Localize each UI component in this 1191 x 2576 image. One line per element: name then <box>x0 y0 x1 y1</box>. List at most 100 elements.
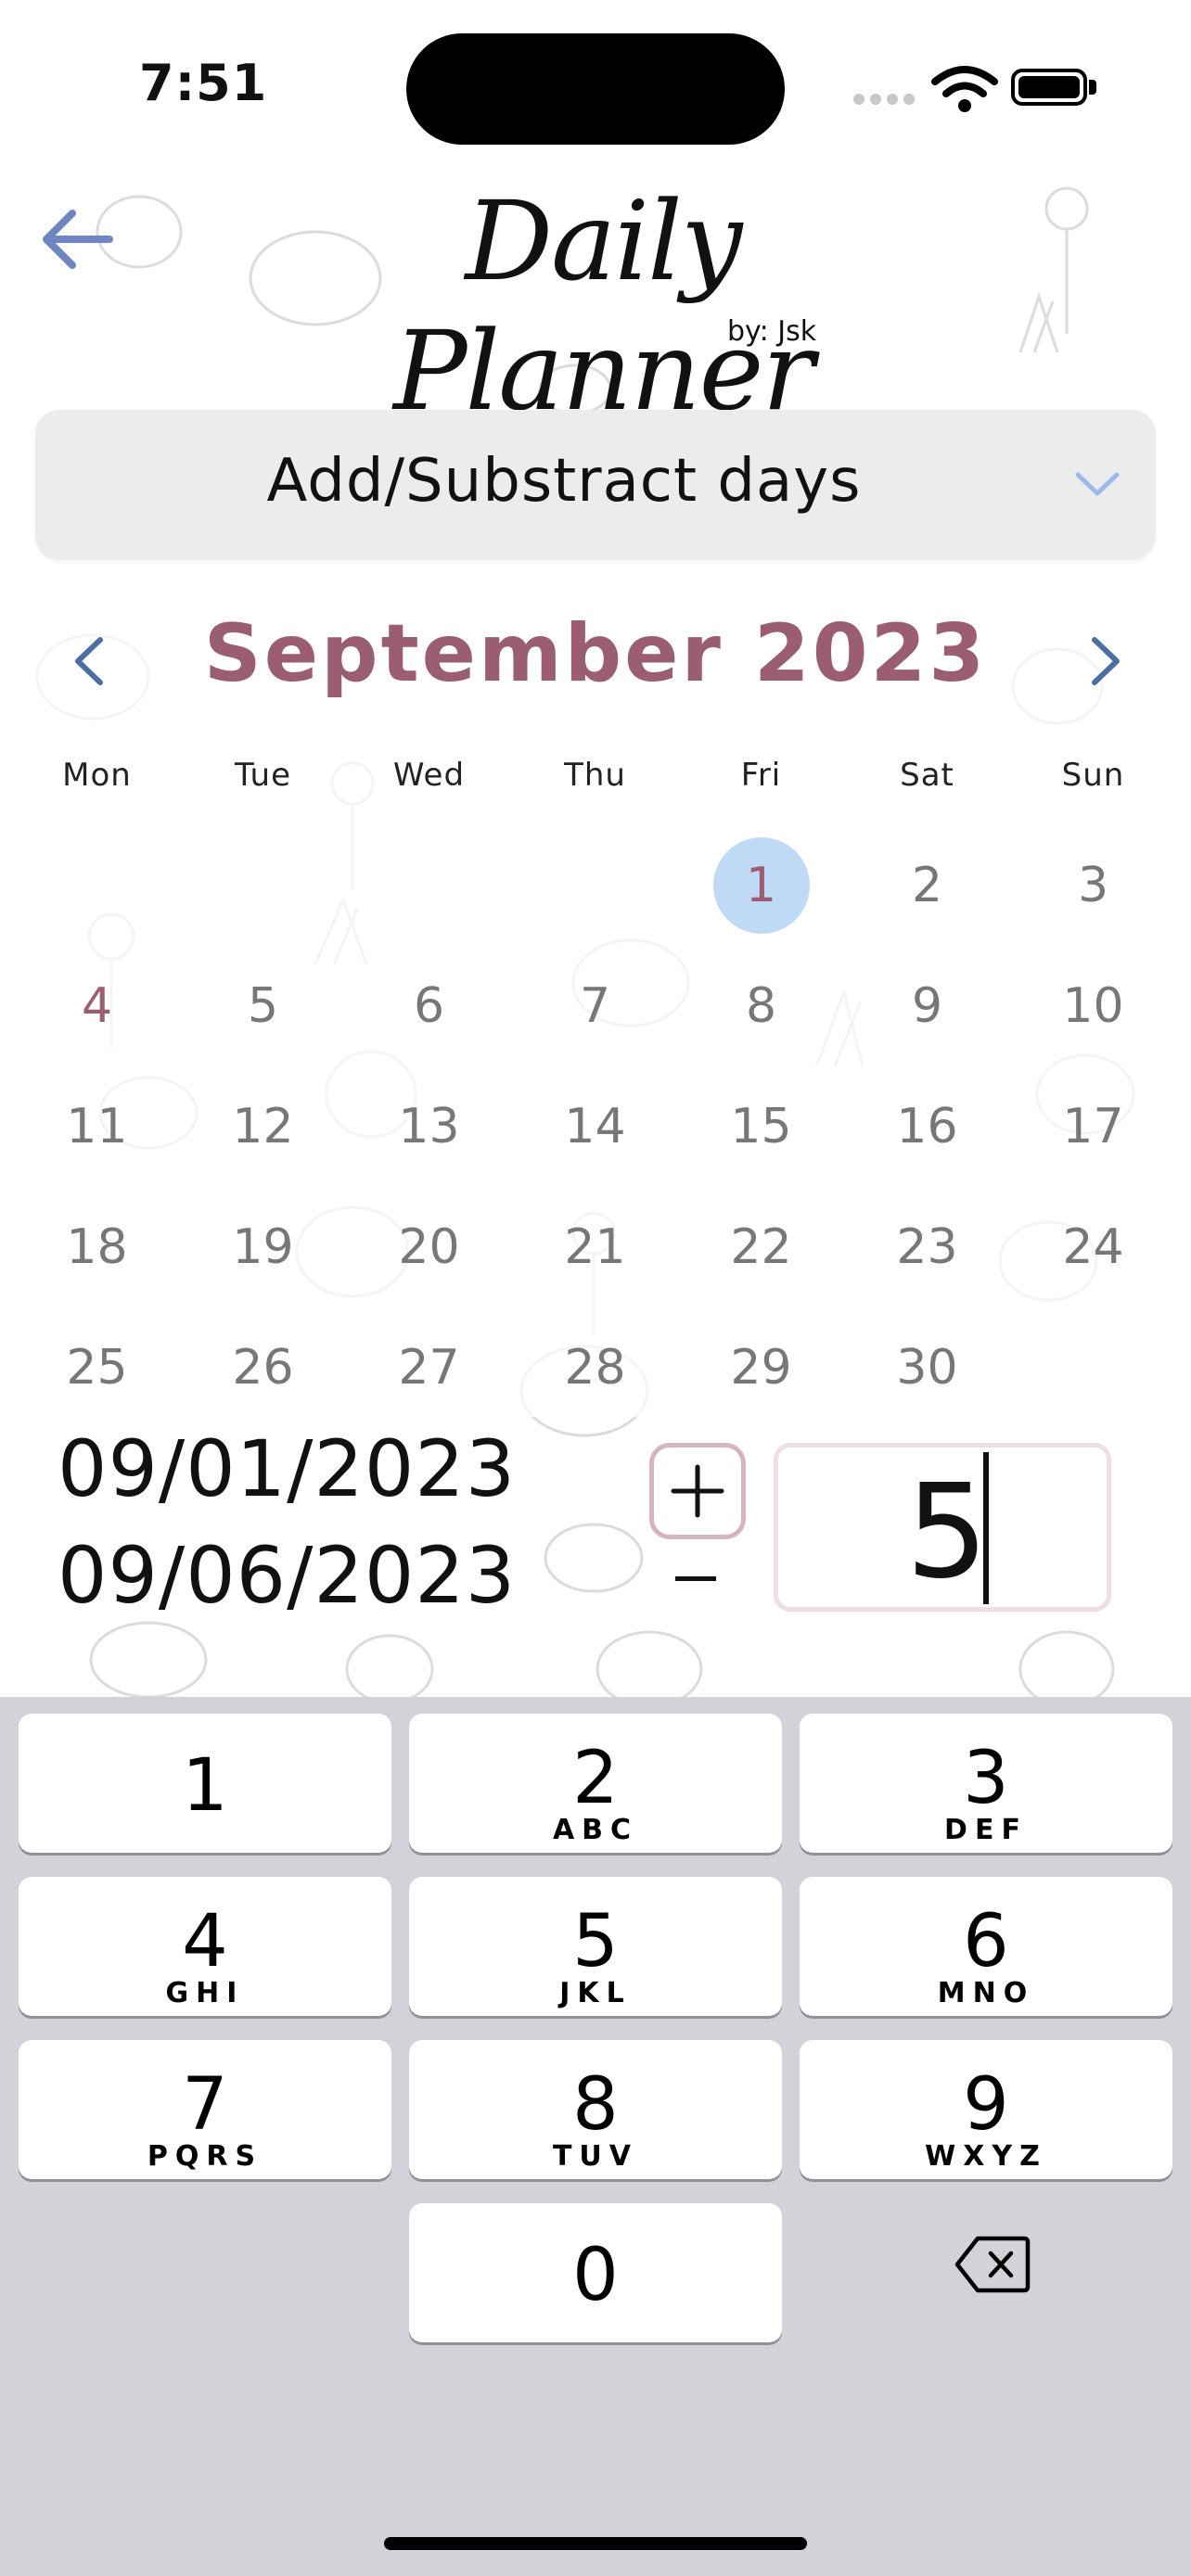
calendar-day-grid: 1 2 3 4 5 6 7 8 9 10 11 12 13 14 15 16 17 18 19 20 21 22 23 24 2… <box>14 825 1177 1428</box>
calendar-day-25[interactable]: 25 <box>14 1307 180 1428</box>
calendar-day-24[interactable]: 24 <box>1010 1187 1176 1307</box>
days-input[interactable]: 5 <box>774 1443 1111 1612</box>
calendar-week-row: 1 2 3 <box>14 825 1177 946</box>
calendar-day-12[interactable]: 12 <box>180 1066 346 1187</box>
battery-icon <box>1011 69 1087 106</box>
calendar-day-3[interactable]: 3 <box>1010 825 1176 946</box>
key-7[interactable]: 7 PQRS <box>19 2040 391 2179</box>
battery-tip <box>1089 80 1096 95</box>
calendar-day-9[interactable]: 9 <box>844 946 1010 1066</box>
calendar-day-2[interactable]: 2 <box>844 825 1010 946</box>
add-days-button[interactable] <box>649 1443 746 1539</box>
calendar-day-5[interactable]: 5 <box>180 946 346 1066</box>
calendar-week-row: 25 26 27 28 29 30 <box>14 1307 1177 1428</box>
calendar-day-6[interactable]: 6 <box>346 946 512 1066</box>
calendar-empty-cell <box>14 825 180 946</box>
calendar-day-4[interactable]: 4 <box>14 946 180 1066</box>
key-letters: TUV <box>552 2140 639 2173</box>
weekday-label: Mon <box>62 757 132 794</box>
calendar-day-15[interactable]: 15 <box>678 1066 844 1187</box>
calendar-day-number: 23 <box>896 1219 958 1275</box>
chevron-down-icon <box>1075 472 1120 496</box>
key-0[interactable]: 0 <box>409 2203 782 2342</box>
key-digit: 7 <box>182 2063 228 2147</box>
subtract-days-button[interactable] <box>672 1558 724 1595</box>
calendar-day-8[interactable]: 8 <box>678 946 844 1066</box>
calendar-day-number: 11 <box>66 1099 128 1154</box>
calendar-day-number: 21 <box>564 1219 626 1275</box>
calendar-empty-cell <box>1010 1307 1176 1428</box>
calendar-day-number: 12 <box>232 1099 294 1154</box>
calendar-day-7[interactable]: 7 <box>512 946 678 1066</box>
calendar-day-21[interactable]: 21 <box>512 1187 678 1307</box>
key-digit: 2 <box>572 1737 619 1820</box>
calendar-day-13[interactable]: 13 <box>346 1066 512 1187</box>
calendar-day-number: 16 <box>896 1099 958 1154</box>
calendar-week-row: 4 5 6 7 8 9 10 <box>14 946 1177 1066</box>
calendar-day-number: 7 <box>579 978 611 1034</box>
calendar-day-17[interactable]: 17 <box>1010 1066 1176 1187</box>
mode-dropdown[interactable]: Add/Substract days <box>35 410 1156 560</box>
calendar-day-number: 29 <box>730 1340 792 1396</box>
calendar-day-number: 1 <box>745 858 777 913</box>
weekday-label: Wed <box>392 757 466 794</box>
key-1[interactable]: 1 <box>19 1714 391 1853</box>
key-8[interactable]: 8 TUV <box>409 2040 782 2179</box>
calendar-day-29[interactable]: 29 <box>678 1307 844 1428</box>
backspace-icon[interactable] <box>954 2233 1031 2296</box>
calendar-day-26[interactable]: 26 <box>180 1307 346 1428</box>
key-letters: ABC <box>552 1814 639 1846</box>
key-2[interactable]: 2 ABC <box>409 1714 782 1853</box>
calendar-month-title: September 2023 <box>203 607 988 700</box>
calendar-week-row: 18 19 20 21 22 23 24 <box>14 1187 1177 1307</box>
wifi-icon <box>931 66 998 112</box>
calendar-day-22[interactable]: 22 <box>678 1187 844 1307</box>
calendar-day-30[interactable]: 30 <box>844 1307 1010 1428</box>
calendar-day-18[interactable]: 18 <box>14 1187 180 1307</box>
calendar-day-number: 22 <box>730 1219 792 1275</box>
weekday-label: Sat <box>900 757 954 794</box>
calendar-day-19[interactable]: 19 <box>180 1187 346 1307</box>
key-letters: PQRS <box>147 2140 263 2173</box>
calendar-day-11[interactable]: 11 <box>14 1066 180 1187</box>
key-digit: 3 <box>963 1737 1009 1820</box>
key-9[interactable]: 9 WXYZ <box>800 2040 1172 2179</box>
calendar-day-number: 8 <box>745 978 777 1034</box>
calendar-day-number: 17 <box>1062 1099 1124 1154</box>
calendar-day-16[interactable]: 16 <box>844 1066 1010 1187</box>
calendar-day-1[interactable]: 1 <box>678 825 844 946</box>
weekday-header: Mon Tue Wed Thu Fri Sat Sun <box>14 757 1177 794</box>
minus-icon <box>675 1576 716 1581</box>
calendar-day-number: 5 <box>247 978 279 1034</box>
app-title: Daily Planner <box>393 177 814 435</box>
next-month-chevron-icon[interactable] <box>1085 632 1128 690</box>
key-5[interactable]: 5 JKL <box>409 1877 782 2016</box>
calendar-day-number: 24 <box>1062 1219 1124 1275</box>
calendar-empty-cell <box>512 825 678 946</box>
calendar-day-10[interactable]: 10 <box>1010 946 1176 1066</box>
weekday-label: Fri <box>740 757 782 794</box>
days-input-value: 5 <box>905 1457 989 1608</box>
key-3[interactable]: 3 DEF <box>800 1714 1172 1853</box>
result-date: 09/06/2023 <box>58 1530 517 1621</box>
calendar-day-27[interactable]: 27 <box>346 1307 512 1428</box>
key-4[interactable]: 4 GHI <box>19 1877 391 2016</box>
back-arrow-icon[interactable] <box>37 206 115 273</box>
calendar-day-14[interactable]: 14 <box>512 1066 678 1187</box>
dynamic-island <box>406 33 785 145</box>
calendar-day-20[interactable]: 20 <box>346 1187 512 1307</box>
key-6[interactable]: 6 MNO <box>800 1877 1172 2016</box>
key-digit: 1 <box>182 1744 228 1828</box>
calendar-day-number: 9 <box>911 978 943 1034</box>
key-digit: 5 <box>572 1900 619 1983</box>
calendar-day-23[interactable]: 23 <box>844 1187 1010 1307</box>
weekday-label: Thu <box>564 757 626 794</box>
key-digit: 8 <box>572 2063 619 2147</box>
calendar-day-28[interactable]: 28 <box>512 1307 678 1428</box>
key-digit: 4 <box>182 1900 228 1983</box>
calendar-day-number: 2 <box>911 858 943 913</box>
key-letters: GHI <box>165 1977 245 2009</box>
start-date: 09/01/2023 <box>58 1423 517 1514</box>
calendar-day-number: 19 <box>232 1219 294 1275</box>
key-letters: DEF <box>944 1814 1028 1846</box>
